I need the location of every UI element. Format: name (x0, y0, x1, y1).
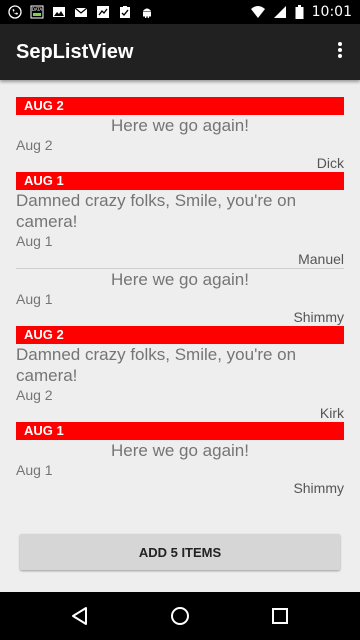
image-icon (52, 5, 66, 19)
item-date: Aug 1 (16, 462, 53, 478)
item-author: Dick (316, 155, 344, 171)
list-item[interactable]: Damned crazy folks, Smile, you're on cam… (16, 344, 344, 422)
item-author: Manuel (298, 251, 344, 267)
photo-icon (96, 5, 110, 19)
item-date: Aug 1 (16, 291, 53, 307)
item-message: Here we go again! (111, 441, 249, 460)
recents-icon[interactable] (268, 604, 292, 628)
section-header: AUG 1 (16, 422, 344, 440)
phone-icon (8, 5, 22, 19)
home-icon[interactable] (168, 604, 192, 628)
back-icon[interactable] (68, 604, 92, 628)
item-author: Shimmy (293, 480, 344, 496)
item-date: Aug 2 (16, 137, 53, 153)
wifi-icon (250, 5, 265, 19)
android-icon (140, 5, 154, 19)
notification-icons: DATA (8, 4, 154, 20)
list-item[interactable]: Here we go again! Aug 1 Shimmy (16, 440, 344, 497)
item-date: Aug 1 (16, 233, 53, 249)
section-header: AUG 1 (16, 172, 344, 190)
separated-list[interactable]: AUG 2 Here we go again! Aug 2 Dick AUG 1… (16, 97, 344, 497)
navigation-bar (0, 592, 360, 640)
list-item[interactable]: Here we go again! Aug 1 Shimmy (16, 269, 344, 326)
status-time: 10:01 (311, 4, 352, 20)
gmail-icon (74, 5, 88, 19)
app-bar: SepListView (0, 24, 360, 80)
item-message: Here we go again! (111, 116, 249, 135)
clipboard-check-icon (118, 5, 132, 19)
app-title: SepListView (16, 41, 134, 63)
signal-icon (273, 5, 287, 19)
list-item[interactable]: Here we go again! Aug 2 Dick (16, 115, 344, 172)
item-date: Aug 2 (16, 387, 53, 403)
item-message: Damned crazy folks, Smile, you're on cam… (16, 191, 297, 231)
list-item[interactable]: Damned crazy folks, Smile, you're on cam… (16, 190, 344, 268)
section-header: AUG 2 (16, 326, 344, 344)
item-author: Shimmy (293, 309, 344, 325)
section-header: AUG 2 (16, 97, 344, 115)
item-message: Here we go again! (111, 270, 249, 289)
system-icons: 10:01 (250, 3, 352, 21)
sim-label: DATA (32, 7, 43, 12)
item-author: Kirk (319, 405, 344, 421)
sim-data-icon: DATA (30, 5, 44, 19)
overflow-menu-icon[interactable] (336, 40, 344, 64)
add-items-button[interactable]: ADD 5 ITEMS (20, 534, 340, 570)
item-message: Damned crazy folks, Smile, you're on cam… (16, 345, 297, 385)
battery-icon (295, 5, 304, 19)
status-bar: DATA 10:01 (0, 0, 360, 24)
